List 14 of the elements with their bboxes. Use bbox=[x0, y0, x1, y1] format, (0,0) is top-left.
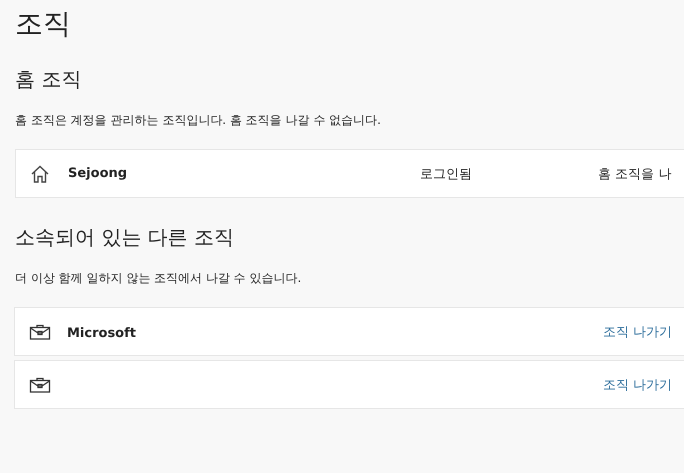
leave-organization-link[interactable]: 조직 나가기 bbox=[602, 322, 672, 340]
section-description: 홈 조직은 계정을 관리하는 조직입니다. 홈 조직을 나갈 수 없습니다. bbox=[15, 112, 382, 129]
organization-name: Sejoong bbox=[68, 166, 128, 181]
section-heading: 소속되어 있는 다른 조직 bbox=[15, 224, 236, 251]
sign-in-status: 로그인됨 bbox=[420, 166, 473, 182]
leave-home-organization-text: 홈 조직을 나 bbox=[598, 166, 672, 182]
leave-organization-link[interactable]: 조직 나가기 bbox=[602, 376, 672, 394]
section-heading: 홈 조직 bbox=[15, 66, 82, 93]
briefcase-icon bbox=[29, 324, 51, 340]
briefcase-icon bbox=[29, 376, 51, 392]
page-title: 조직 bbox=[15, 6, 72, 42]
home-icon bbox=[30, 164, 50, 184]
section-description: 더 이상 함께 일하지 않는 조직에서 나갈 수 있습니다. bbox=[15, 270, 302, 287]
organization-name: Microsoft bbox=[67, 326, 136, 341]
